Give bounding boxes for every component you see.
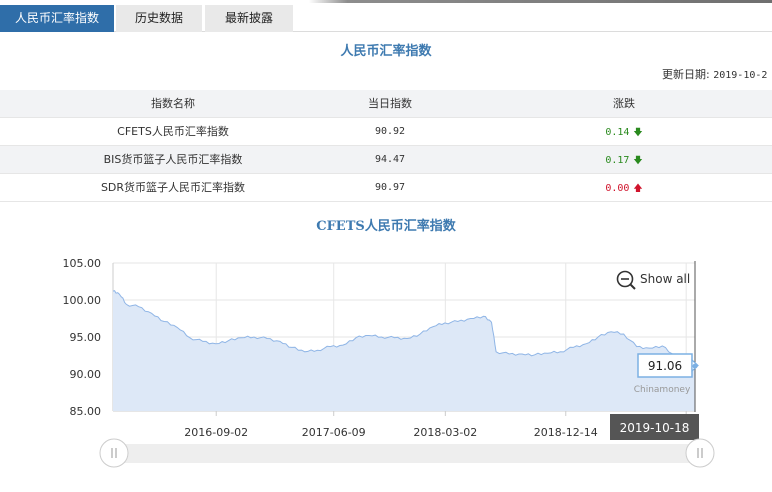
x-tick-label: 2018-12-14 [534, 426, 598, 439]
table-row: SDR货币篮子人民币汇率指数 90.97 0.00 🡅 [0, 174, 772, 202]
window-top-strip [0, 0, 772, 3]
row-value: 90.92 [374, 126, 406, 137]
date-flag: 2019-10-18 [610, 414, 699, 440]
tab-latest-disclosure[interactable]: 最新披露 [205, 5, 293, 32]
row-name: CFETS人民币汇率指数 [117, 125, 229, 138]
index-table: 指数名称 当日指数 涨跌 CFETS人民币汇率指数 90.92 0.14 🡇 BI… [0, 90, 772, 202]
row-change: 0.14 🡇 [520, 118, 728, 147]
arrow-down-icon: 🡇 [633, 156, 643, 166]
index-chart: 105.00 100.00 95.00 90.00 85.00 2016-09-02 20… [0, 236, 772, 488]
y-tick-label: 95.00 [70, 331, 102, 344]
update-label: 更新日期: [662, 68, 710, 81]
tab-rmb-index[interactable]: 人民币汇率指数 [0, 5, 114, 32]
arrow-down-icon: 🡇 [633, 128, 643, 138]
row-value: 90.97 [374, 182, 406, 193]
tab-history[interactable]: 历史数据 [116, 5, 202, 32]
tooltip: 91.06 Chinamoney [634, 353, 699, 395]
zoom-out-icon-handle [629, 283, 636, 290]
change-value: 0.14 [605, 127, 630, 138]
update-date: 更新日期: 2019-10-2 [662, 66, 767, 82]
change-value: 0.17 [605, 155, 630, 166]
row-change: 0.00 🡅 [520, 174, 728, 203]
table-row: CFETS人民币汇率指数 90.92 0.14 🡇 [0, 118, 772, 146]
change-value: 0.00 [605, 183, 630, 194]
table-row: BIS货币篮子人民币汇率指数 94.47 0.17 🡇 [0, 146, 772, 174]
navigator-track[interactable] [113, 444, 700, 463]
y-tick-label: 90.00 [70, 368, 102, 381]
tooltip-value: 91.06 [648, 359, 682, 373]
y-tick-label: 105.00 [63, 257, 102, 270]
update-date-value: 2019-10-2 [713, 70, 768, 81]
date-flag-text: 2019-10-18 [620, 421, 690, 435]
navigator-handle-left[interactable] [99, 438, 129, 468]
x-tick-label: 2017-06-09 [302, 426, 366, 439]
x-tick-label: 2016-09-02 [184, 426, 248, 439]
header-change: 涨跌 [613, 97, 635, 110]
y-tick-label: 85.00 [70, 405, 102, 418]
table-header-row: 指数名称 当日指数 涨跌 [0, 90, 772, 118]
show-all-label: Show all [640, 272, 690, 286]
arrow-up-icon: 🡅 [633, 184, 643, 194]
chart-svg: 105.00 100.00 95.00 90.00 85.00 2016-09-02 20… [63, 257, 715, 468]
series-area [113, 290, 695, 411]
tab-bar: 人民币汇率指数 历史数据 最新披露 [0, 0, 772, 32]
navigator-handle-right[interactable] [685, 438, 715, 468]
show-all-button[interactable]: Show all [616, 270, 691, 290]
page-title: 人民币汇率指数 [340, 44, 432, 59]
chart-title: CFETS人民币汇率指数 [316, 219, 456, 234]
tooltip-source: Chinamoney [634, 385, 691, 395]
row-name: SDR货币篮子人民币汇率指数 [100, 181, 246, 194]
hover-point [692, 363, 698, 369]
row-value: 94.47 [374, 154, 406, 165]
header-daily-index: 当日指数 [368, 97, 412, 110]
row-name: BIS货币篮子人民币汇率指数 [103, 153, 243, 166]
x-tick-label: 2018-03-02 [413, 426, 477, 439]
y-tick-label: 100.00 [63, 294, 102, 307]
row-change: 0.17 🡇 [520, 146, 728, 175]
header-index-name: 指数名称 [151, 97, 195, 110]
